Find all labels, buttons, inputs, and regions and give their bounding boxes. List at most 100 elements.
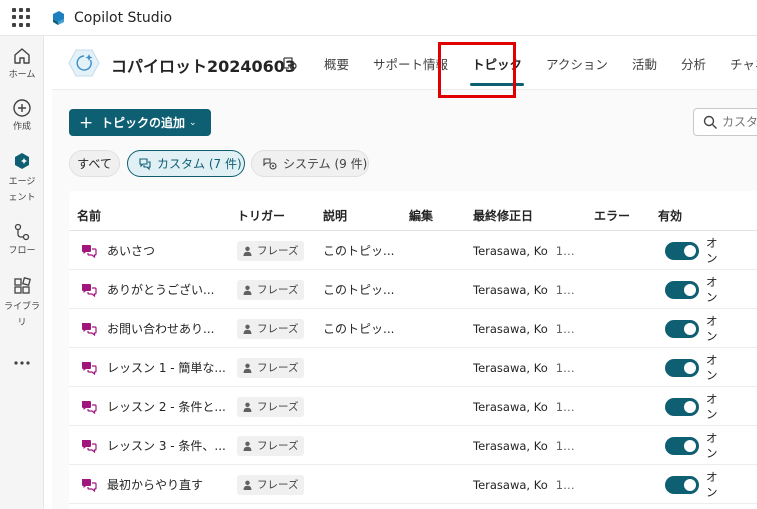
column-header-errors[interactable]: エラー [594, 207, 630, 224]
search-input[interactable] [722, 115, 757, 129]
column-header-enabled[interactable]: 有効 [658, 207, 682, 224]
system-gear-icon [263, 157, 277, 170]
trigger-cell: フレーズ [237, 426, 313, 465]
app-launcher-icon[interactable] [12, 7, 32, 28]
tab-overview[interactable]: 概要 [312, 36, 361, 90]
enabled-cell: オン [665, 231, 757, 270]
modified-cell: Terasawa, Ko 10 ... [473, 426, 577, 465]
rail-item-library[interactable]: ライブラリ [0, 276, 44, 331]
search-box[interactable] [693, 108, 757, 136]
modified-by: Terasawa, Ko [473, 243, 548, 258]
trigger-badge: フレーズ [237, 396, 305, 417]
table-row[interactable]: 最初からやり直す フレーズ Terasawa, Ko 10 ... オン [69, 465, 757, 504]
person-icon [243, 441, 252, 451]
column-header-trigger[interactable]: トリガー [237, 207, 285, 224]
topic-icon [82, 478, 97, 492]
trigger-label: フレーズ [257, 440, 299, 452]
tab-knowledge[interactable]: サポート情報 [361, 36, 460, 90]
topic-name-cell[interactable]: ありがとうござい... [81, 270, 231, 309]
tab-activity[interactable]: 活動 [620, 36, 669, 90]
column-header-description[interactable]: 説明 [323, 207, 347, 224]
topic-description: このトピッ... [323, 244, 395, 258]
topic-name[interactable]: ありがとうござい... [107, 281, 214, 298]
table-row[interactable]: レッスン 1 - 簡単な... フレーズ Terasawa, Ko 10 ...… [69, 348, 757, 387]
topic-name[interactable]: お問い合わせあり... [107, 320, 214, 337]
topic-name[interactable]: 最初からやり直す [107, 476, 203, 493]
trigger-label: フレーズ [257, 401, 299, 413]
modified-date: 10 ... [555, 282, 577, 297]
description-cell [323, 465, 399, 504]
modified-cell: Terasawa, Ko 10 ... [473, 231, 577, 270]
rail-item-flows[interactable]: フロー [0, 222, 44, 257]
topic-name-cell[interactable]: 最初からやり直す [81, 465, 231, 504]
trigger-label: フレーズ [257, 284, 299, 296]
topic-name-cell[interactable]: レッスン 1 - 簡単な... [81, 348, 231, 387]
rail-item-label: エージェント [8, 177, 36, 203]
app-title: Copilot Studio [74, 9, 173, 26]
topic-name-cell[interactable]: レッスン 3 - 条件、... [81, 426, 231, 465]
topic-name[interactable]: レッスン 2 - 条件と... [107, 398, 226, 415]
filter-system-label: システム (9 件) [283, 157, 368, 171]
enabled-label: オン [706, 391, 718, 421]
description-cell: このトピッ... [323, 309, 399, 348]
tab-analytics[interactable]: 分析 [669, 36, 718, 90]
column-header-modified[interactable]: 最終修正日 [473, 207, 533, 224]
table-row[interactable]: ありがとうござい... フレーズ このトピッ... Terasawa, Ko 1… [69, 270, 757, 309]
modified-by: Terasawa, Ko [473, 438, 548, 453]
table-row[interactable]: レッスン 3 - 条件、... フレーズ Terasawa, Ko 10 ...… [69, 426, 757, 465]
enabled-toggle[interactable] [665, 358, 699, 377]
trigger-cell: フレーズ [237, 309, 313, 348]
enabled-toggle[interactable] [665, 241, 699, 260]
modified-by: Terasawa, Ko [473, 360, 548, 375]
table-row[interactable]: あいさつ フレーズ このトピッ... Terasawa, Ko 10 ... オ… [69, 231, 757, 270]
table-row[interactable]: お問い合わせあり... フレーズ このトピッ... Terasawa, Ko 1… [69, 309, 757, 348]
topic-name[interactable]: あいさつ [107, 242, 155, 259]
tab-actions[interactable]: アクション [534, 36, 620, 90]
person-icon [243, 324, 252, 334]
topic-name-cell[interactable]: レッスン 2 - 条件と... [81, 387, 231, 426]
plus-icon: + [79, 112, 94, 133]
enabled-cell: オン [665, 426, 757, 465]
enabled-toggle[interactable] [665, 280, 699, 299]
topic-name-cell[interactable]: お問い合わせあり... [81, 309, 231, 348]
topic-icon [82, 361, 97, 375]
rail-item-label: 作成 [12, 122, 31, 132]
agent-settings-icon[interactable] [281, 54, 298, 71]
filter-all[interactable]: すべて [69, 150, 120, 177]
enabled-cell: オン [665, 309, 757, 348]
trigger-badge: フレーズ [237, 279, 305, 300]
agent-header: コパイロット20240603 概要 サポート情報 トピック アクション 活動 分… [52, 36, 757, 90]
rail-item-home[interactable]: ホーム [0, 46, 44, 81]
filter-custom-label: カスタム (7 件) [157, 157, 242, 171]
trigger-label: フレーズ [257, 245, 299, 257]
topic-name[interactable]: レッスン 3 - 条件、... [107, 437, 226, 454]
column-header-editing[interactable]: 編集 [409, 207, 433, 224]
rail-item-agents[interactable]: エージェント [0, 151, 44, 206]
topic-name[interactable]: レッスン 1 - 簡単な... [107, 359, 226, 376]
chat-bubbles-icon [139, 157, 151, 170]
filter-custom[interactable]: カスタム (7 件) [127, 150, 245, 177]
add-topic-button[interactable]: + トピックの追加 ⌄ [69, 109, 211, 136]
rail-item-more[interactable] [0, 358, 44, 371]
trigger-cell: フレーズ [237, 387, 313, 426]
topic-name-cell[interactable]: あいさつ [81, 231, 231, 270]
tab-topics[interactable]: トピック [460, 36, 534, 90]
rail-item-label: フロー [8, 246, 36, 256]
enabled-toggle[interactable] [665, 319, 699, 338]
agent-name: コパイロット20240603 [111, 57, 297, 76]
more-icon [14, 361, 30, 365]
topic-icon [82, 244, 97, 258]
modified-cell: Terasawa, Ko 10 ... [473, 348, 577, 387]
enabled-toggle[interactable] [665, 397, 699, 416]
tab-channels[interactable]: チャネル [718, 36, 757, 90]
enabled-toggle[interactable] [665, 436, 699, 455]
table-row[interactable]: レッスン 2 - 条件と... フレーズ Terasawa, Ko 10 ...… [69, 387, 757, 426]
enabled-label: オン [706, 352, 718, 382]
filter-system[interactable]: システム (9 件) [251, 150, 369, 177]
modified-date: 10 ... [555, 399, 577, 414]
column-header-name[interactable]: 名前 [77, 207, 101, 224]
modified-by: Terasawa, Ko [473, 477, 548, 492]
enabled-toggle[interactable] [665, 475, 699, 494]
modified-cell: Terasawa, Ko 10 ... [473, 465, 577, 504]
rail-item-create[interactable]: 作成 [0, 98, 44, 133]
